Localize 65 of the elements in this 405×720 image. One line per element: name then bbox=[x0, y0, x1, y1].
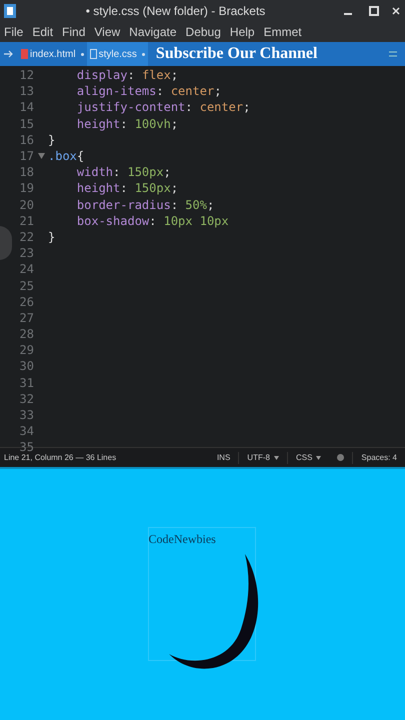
close-icon[interactable] bbox=[391, 6, 401, 16]
language-dropdown[interactable]: CSS bbox=[286, 452, 330, 464]
caret-icon bbox=[316, 456, 322, 460]
window-title: • style.css (New folder) - Brackets bbox=[84, 3, 266, 20]
line-number: 20 bbox=[18, 196, 34, 214]
menu-item[interactable]: Debug bbox=[186, 23, 221, 41]
code-line: display: flex; bbox=[76, 67, 178, 84]
insert-mode[interactable]: INS bbox=[208, 452, 238, 464]
line-number: 14 bbox=[18, 99, 34, 116]
line-number: 17 bbox=[18, 148, 34, 166]
line-number: 16 bbox=[18, 132, 34, 149]
file-tab[interactable]: index.html bbox=[18, 42, 87, 66]
preview-text: CodeNewbies bbox=[148, 531, 216, 548]
menu-item[interactable]: File bbox=[4, 23, 24, 41]
file-icon bbox=[21, 49, 28, 59]
line-number: 34 bbox=[18, 423, 34, 440]
encoding-dropdown[interactable]: UTF-8 bbox=[238, 452, 287, 464]
line-number: 18 bbox=[18, 164, 34, 182]
line-number: 21 bbox=[18, 212, 34, 230]
menu-icon[interactable] bbox=[389, 51, 397, 57]
line-number: 33 bbox=[18, 407, 34, 424]
line-number: 15 bbox=[18, 116, 34, 133]
line-number: 26 bbox=[18, 294, 34, 311]
indent-setting[interactable]: Spaces: 4 bbox=[352, 452, 405, 464]
line-number: 27 bbox=[18, 310, 34, 327]
code-line: height: 100vh; bbox=[76, 116, 178, 133]
code-line: .box{ bbox=[48, 148, 84, 166]
line-number: 22 bbox=[18, 228, 34, 246]
arrow-icon[interactable] bbox=[4, 50, 14, 58]
app-icon bbox=[4, 4, 16, 18]
code-line: } bbox=[48, 228, 56, 246]
line-number: 13 bbox=[18, 83, 34, 100]
line-number: 28 bbox=[18, 326, 34, 344]
menu-item[interactable]: Navigate bbox=[129, 23, 177, 41]
line-number: 31 bbox=[18, 374, 34, 392]
line-number: 25 bbox=[18, 278, 34, 295]
line-number: 12 bbox=[18, 67, 34, 84]
caret-icon bbox=[274, 456, 279, 460]
code-line: height: 150px; bbox=[76, 180, 178, 198]
code-line: align-items: center; bbox=[76, 83, 222, 100]
banner-text: Subscribe Our Channel bbox=[156, 44, 318, 64]
line-number: 32 bbox=[18, 390, 34, 408]
menu-item[interactable]: Help bbox=[230, 23, 255, 41]
code-line: } bbox=[48, 132, 56, 149]
menu-item[interactable]: Find bbox=[62, 23, 86, 41]
menu-item[interactable]: Emmet bbox=[264, 23, 302, 41]
code-line: justify-content: center; bbox=[76, 99, 250, 116]
line-number: 30 bbox=[18, 358, 34, 376]
code-line: width: 150px; bbox=[76, 164, 171, 182]
line-number: 35 bbox=[19, 439, 34, 454]
menu-item[interactable]: Edit bbox=[32, 23, 54, 41]
line-number: 23 bbox=[18, 245, 34, 262]
dot-icon bbox=[80, 52, 84, 56]
fold-arrow-icon[interactable] bbox=[38, 153, 44, 160]
dot-icon bbox=[142, 52, 145, 56]
cursor-position: Line 21, Column 26 — 36 Lines bbox=[4, 452, 118, 464]
line-number: 24 bbox=[18, 261, 34, 278]
maximize-icon[interactable] bbox=[369, 6, 379, 16]
menu-item[interactable]: View bbox=[94, 23, 120, 41]
line-number: 19 bbox=[18, 180, 34, 198]
line-number: 29 bbox=[18, 342, 34, 360]
code-line: box-shadow: 10px 10px bbox=[76, 212, 229, 230]
code-line: border-radius: 50%; bbox=[76, 196, 214, 214]
linter-icon[interactable] bbox=[337, 454, 344, 461]
file-icon bbox=[90, 49, 97, 59]
